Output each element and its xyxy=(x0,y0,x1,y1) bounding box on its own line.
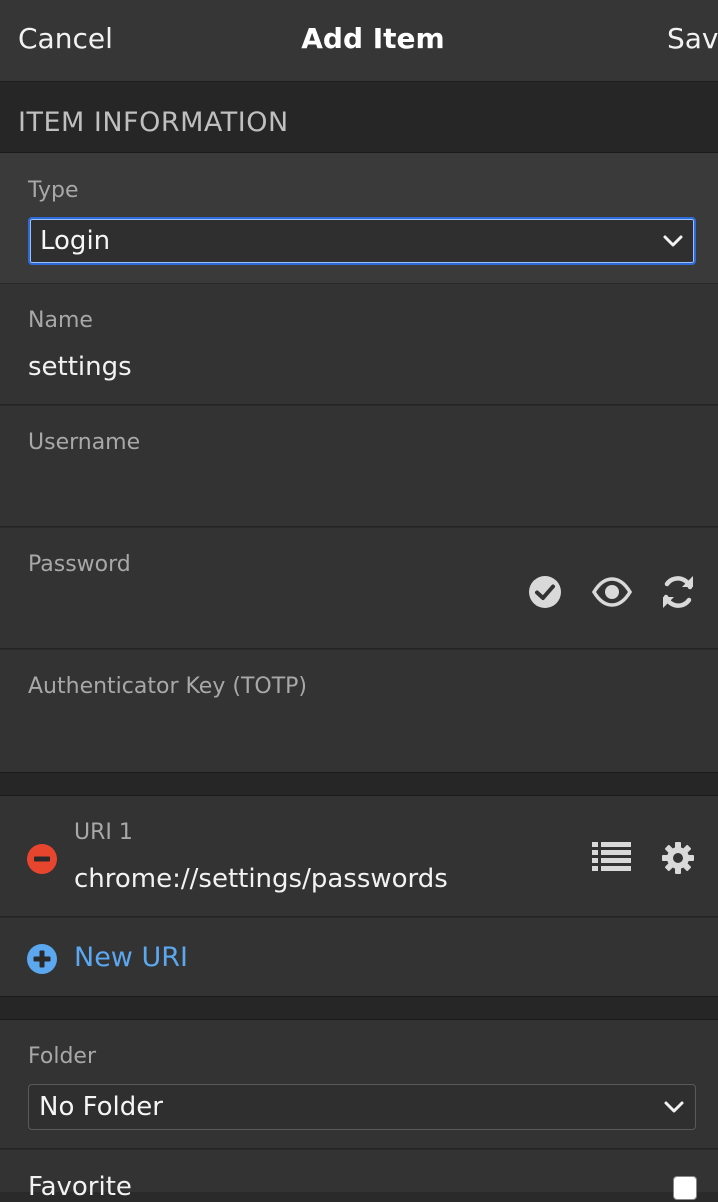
list-icon[interactable] xyxy=(592,841,632,873)
add-uri-icon[interactable] xyxy=(26,943,58,975)
name-input[interactable]: settings xyxy=(28,352,132,382)
section-header-item-information: ITEM INFORMATION xyxy=(0,82,718,153)
refresh-icon[interactable] xyxy=(660,574,696,610)
uri-label: URI 1 xyxy=(74,820,133,845)
top-nav-bar: Cancel Add Item Save xyxy=(0,0,718,82)
section-divider xyxy=(0,772,718,796)
eye-icon[interactable] xyxy=(592,577,632,607)
uri-row[interactable]: URI 1 chrome://settings/passwords xyxy=(0,796,718,917)
username-row[interactable]: Username xyxy=(0,406,718,527)
folder-select-value: No Folder xyxy=(39,1092,163,1122)
section-divider xyxy=(0,996,718,1020)
password-label: Password xyxy=(28,552,131,577)
uri-input[interactable]: chrome://settings/passwords xyxy=(74,864,448,894)
name-row[interactable]: Name settings xyxy=(0,284,718,405)
save-button[interactable]: Save xyxy=(667,22,718,55)
chevron-down-icon xyxy=(663,235,683,247)
favorite-checkbox[interactable] xyxy=(673,1176,697,1200)
type-select-value: Login xyxy=(40,226,111,256)
totp-label: Authenticator Key (TOTP) xyxy=(28,674,307,699)
type-row: Type Login xyxy=(0,153,718,283)
type-select[interactable]: Login xyxy=(28,217,696,265)
section-title: ITEM INFORMATION xyxy=(18,107,289,138)
password-row[interactable]: Password xyxy=(0,528,718,649)
name-label: Name xyxy=(28,308,93,333)
new-uri-button[interactable]: New URI xyxy=(74,942,188,973)
remove-uri-icon[interactable] xyxy=(26,843,58,875)
gear-icon[interactable] xyxy=(661,841,695,875)
folder-label: Folder xyxy=(28,1044,96,1069)
folder-row: Folder No Folder xyxy=(0,1020,718,1149)
chevron-down-icon xyxy=(664,1101,684,1113)
totp-row[interactable]: Authenticator Key (TOTP) xyxy=(0,650,718,772)
new-uri-row[interactable]: New URI xyxy=(0,918,718,996)
type-label: Type xyxy=(28,178,79,203)
username-label: Username xyxy=(28,430,141,455)
page-title: Add Item xyxy=(301,22,445,55)
favorite-label: Favorite xyxy=(28,1172,132,1202)
favorite-row[interactable]: Favorite xyxy=(0,1150,718,1202)
check-password-icon[interactable] xyxy=(528,575,562,609)
folder-select[interactable]: No Folder xyxy=(28,1084,696,1130)
